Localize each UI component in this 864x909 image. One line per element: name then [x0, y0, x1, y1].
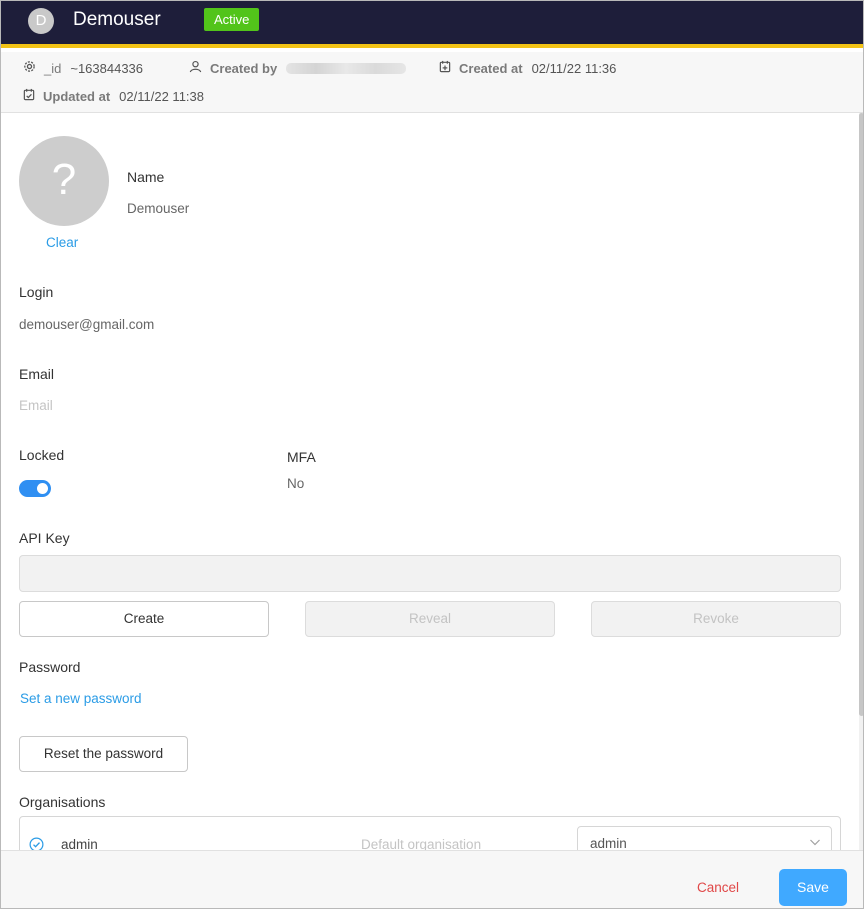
save-button[interactable]: Save — [779, 869, 847, 906]
name-value[interactable]: Demouser — [127, 200, 189, 218]
email-field[interactable]: Email — [19, 397, 53, 415]
meta-id: _id ~163844336 — [23, 60, 143, 77]
cancel-button[interactable]: Cancel — [697, 880, 739, 895]
clear-avatar-link[interactable]: Clear — [46, 235, 78, 250]
api-key-field — [19, 555, 841, 592]
meta-bar: _id ~163844336 Created by Created at 02/… — [1, 52, 863, 113]
calendar-check-icon — [23, 88, 43, 105]
password-label: Password — [19, 659, 81, 675]
user-avatar: D — [28, 8, 54, 34]
updated-at-label: Updated at — [43, 88, 111, 104]
organisation-profile-value: admin — [590, 836, 627, 851]
calendar-plus-icon — [439, 60, 459, 77]
name-label: Name — [127, 169, 165, 185]
status-badge: Active — [204, 8, 260, 31]
set-new-password-link[interactable]: Set a new password — [20, 691, 142, 706]
redacted-creator — [286, 63, 407, 74]
meta-created-by: Created by — [189, 60, 407, 77]
revoke-api-key-button[interactable]: Revoke — [591, 601, 841, 637]
login-value: demouser@gmail.com — [19, 317, 155, 332]
dialog-header: D Demouser Active — [1, 1, 863, 48]
email-label: Email — [19, 366, 55, 382]
profile-avatar[interactable]: ? — [19, 136, 109, 226]
created-at-label: Created at — [459, 60, 523, 76]
locked-label: Locked — [19, 447, 65, 463]
gear-icon — [23, 60, 44, 77]
dialog-footer: Cancel Save — [1, 850, 863, 908]
meta-updated-at: Updated at 02/11/22 11:38 — [23, 88, 204, 105]
id-label: _id — [44, 60, 62, 76]
mfa-value: No — [287, 476, 305, 491]
created-by-label: Created by — [210, 60, 278, 76]
user-edit-dialog: D Demouser Active _id ~163844336 Created… — [0, 0, 864, 909]
api-key-label: API Key — [19, 530, 70, 546]
form-content[interactable]: ? Clear Name Demouser Login demouser@gma… — [1, 113, 863, 876]
reveal-api-key-button[interactable]: Reveal — [305, 601, 555, 637]
locked-toggle[interactable] — [19, 480, 51, 497]
created-at-value: 02/11/22 11:36 — [531, 60, 617, 76]
meta-created-at: Created at 02/11/22 11:36 — [439, 60, 616, 77]
create-api-key-button[interactable]: Create — [19, 601, 269, 637]
updated-at-value: 02/11/22 11:38 — [119, 88, 204, 104]
page-title: Demouser — [73, 9, 161, 30]
scrollbar-thumb[interactable] — [859, 113, 863, 716]
organisations-label: Organisations — [19, 794, 106, 810]
mfa-label: MFA — [287, 449, 316, 465]
login-label: Login — [19, 284, 54, 300]
id-value: ~163844336 — [70, 60, 144, 76]
reset-password-button[interactable]: Reset the password — [19, 736, 188, 772]
user-icon — [189, 60, 210, 77]
